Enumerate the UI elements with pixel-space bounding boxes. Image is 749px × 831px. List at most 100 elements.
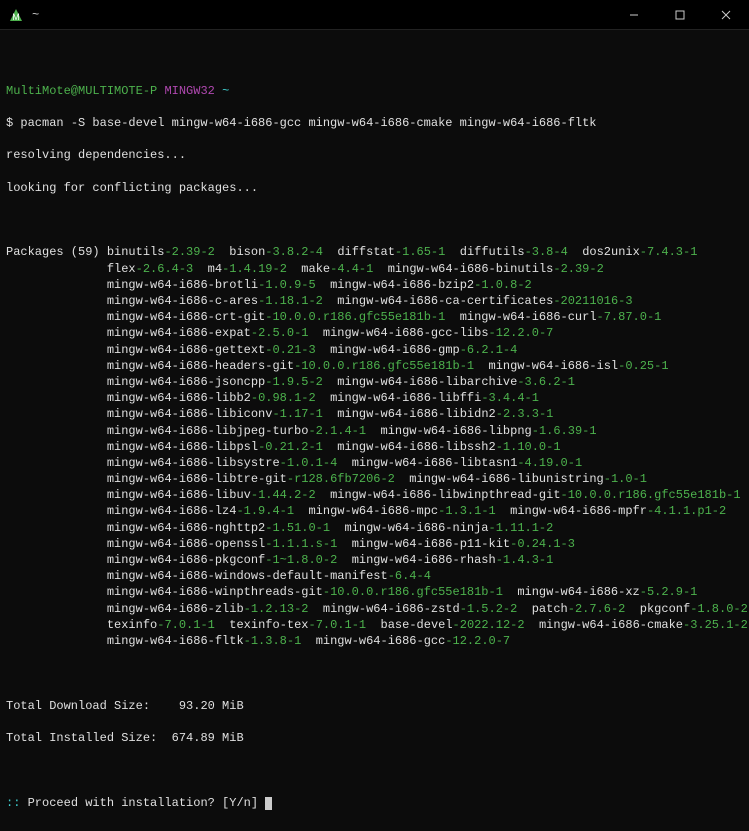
package-line: mingw-w64-i686-nghttp2-1.51.0-1 mingw-w6… bbox=[6, 520, 743, 536]
window-controls bbox=[611, 0, 749, 29]
package-name: mingw-w64-i686-libunistring bbox=[409, 472, 603, 486]
prompt-dollar: $ bbox=[6, 116, 13, 130]
package-line: mingw-w64-i686-fltk-1.3.8-1 mingw-w64-i6… bbox=[6, 633, 743, 649]
package-version: 1.65-1 bbox=[402, 245, 445, 259]
package-name: mingw-w64-i686-xz bbox=[517, 585, 639, 599]
package-line: mingw-w64-i686-c-ares-1.18.1-2 mingw-w64… bbox=[6, 293, 743, 309]
svg-text:M: M bbox=[12, 12, 20, 22]
prompt-env: MINGW32 bbox=[164, 84, 214, 98]
package-name: mingw-w64-i686-gcc bbox=[316, 634, 446, 648]
package-version: 1.18.1-2 bbox=[265, 294, 323, 308]
package-name: mingw-w64-i686-libjpeg-turbo bbox=[107, 424, 309, 438]
looking-line: looking for conflicting packages... bbox=[6, 180, 743, 196]
package-line: mingw-w64-i686-libjpeg-turbo-2.1.4-1 min… bbox=[6, 423, 743, 439]
package-line: texinfo-7.0.1-1 texinfo-tex-7.0.1-1 base… bbox=[6, 617, 743, 633]
package-line: mingw-w64-i686-libuv-1.44.2-2 mingw-w64-… bbox=[6, 487, 743, 503]
package-name: mingw-w64-i686-cmake bbox=[539, 618, 683, 632]
package-version: 12.2.0-7 bbox=[496, 326, 554, 340]
package-name: mingw-w64-i686-c-ares bbox=[107, 294, 258, 308]
package-line: mingw-w64-i686-expat-2.5.0-1 mingw-w64-i… bbox=[6, 325, 743, 341]
maximize-button[interactable] bbox=[657, 0, 703, 30]
package-name: mingw-w64-i686-winpthreads-git bbox=[107, 585, 323, 599]
package-line: mingw-w64-i686-gettext-0.21-3 mingw-w64-… bbox=[6, 342, 743, 358]
package-version: 1.10.0-1 bbox=[503, 440, 561, 454]
package-name: mingw-w64-i686-ninja bbox=[344, 521, 488, 535]
package-line: Packages (59) binutils-2.39-2 bison-3.8.… bbox=[6, 244, 743, 260]
package-name: patch bbox=[532, 602, 568, 616]
package-version: 3.8-4 bbox=[532, 245, 568, 259]
package-version: 6.2.1-4 bbox=[467, 343, 517, 357]
package-name: pkgconf bbox=[640, 602, 690, 616]
package-version: 2.7.6-2 bbox=[575, 602, 625, 616]
package-version: 2.6.4-3 bbox=[143, 262, 193, 276]
package-name: mingw-w64-i686-mpfr bbox=[510, 504, 647, 518]
minimize-button[interactable] bbox=[611, 0, 657, 30]
package-name: mingw-w64-i686-headers-git bbox=[107, 359, 294, 373]
terminal-output[interactable]: MultiMote@MULTIMOTE-P MINGW32 ~ $ pacman… bbox=[0, 30, 749, 831]
package-name: mingw-w64-i686-libsystre bbox=[107, 456, 280, 470]
package-version: 1.9.5-2 bbox=[272, 375, 322, 389]
package-name: mingw-w64-i686-libpsl bbox=[107, 440, 258, 454]
package-line: mingw-w64-i686-winpthreads-git-10.0.0.r1… bbox=[6, 584, 743, 600]
package-version: 1.8.0-2 bbox=[697, 602, 747, 616]
package-name: mingw-w64-i686-crt-git bbox=[107, 310, 265, 324]
package-version: 0.21-3 bbox=[272, 343, 315, 357]
package-name: mingw-w64-i686-nghttp2 bbox=[107, 521, 265, 535]
package-name: mingw-w64-i686-gcc-libs bbox=[323, 326, 489, 340]
package-version: 1.9.4-1 bbox=[244, 504, 294, 518]
package-line: mingw-w64-i686-libpsl-0.21.2-1 mingw-w64… bbox=[6, 439, 743, 455]
package-version: 0.24.1-3 bbox=[517, 537, 575, 551]
package-version: 3.25.1-2 bbox=[690, 618, 748, 632]
prompt-user: MultiMote@MULTIMOTE-P bbox=[6, 84, 157, 98]
package-line: flex-2.6.4-3 m4-1.4.19-2 make-4.4-1 ming… bbox=[6, 261, 743, 277]
package-version: 20211016-3 bbox=[561, 294, 633, 308]
package-name: mingw-w64-i686-libtasn1 bbox=[352, 456, 518, 470]
package-line: mingw-w64-i686-jsoncpp-1.9.5-2 mingw-w64… bbox=[6, 374, 743, 390]
package-name: mingw-w64-i686-gettext bbox=[107, 343, 265, 357]
package-name: mingw-w64-i686-isl bbox=[489, 359, 619, 373]
package-name: mingw-w64-i686-fltk bbox=[107, 634, 244, 648]
package-version: 2022.12-2 bbox=[460, 618, 525, 632]
package-version: 1.3.1-1 bbox=[445, 504, 495, 518]
package-name: diffutils bbox=[460, 245, 525, 259]
proceed-prompt: Proceed with installation? [Y/n] bbox=[28, 796, 266, 810]
package-version: 7.0.1-1 bbox=[316, 618, 366, 632]
package-line: mingw-w64-i686-brotli-1.0.9-5 mingw-w64-… bbox=[6, 277, 743, 293]
total-installed-value: 674.89 MiB bbox=[172, 731, 244, 745]
package-line: mingw-w64-i686-openssl-1.1.1.s-1 mingw-w… bbox=[6, 536, 743, 552]
close-button[interactable] bbox=[703, 0, 749, 30]
package-version: 3.8.2-4 bbox=[272, 245, 322, 259]
package-version: 2.1.4-1 bbox=[316, 424, 366, 438]
package-version: 3.6.2-1 bbox=[525, 375, 575, 389]
package-line: mingw-w64-i686-libiconv-1.17-1 mingw-w64… bbox=[6, 406, 743, 422]
package-name: mingw-w64-i686-p11-kit bbox=[352, 537, 510, 551]
package-line: mingw-w64-i686-zlib-1.2.13-2 mingw-w64-i… bbox=[6, 601, 743, 617]
package-version: 1.17-1 bbox=[280, 407, 323, 421]
package-name: mingw-w64-i686-libffi bbox=[330, 391, 481, 405]
package-version: 10.0.0.r186.gfc55e181b-1 bbox=[330, 585, 503, 599]
package-version: 1.5.2-2 bbox=[467, 602, 517, 616]
package-name: texinfo-tex bbox=[229, 618, 308, 632]
package-name: diffstat bbox=[337, 245, 395, 259]
package-name: mingw-w64-i686-lz4 bbox=[107, 504, 237, 518]
package-version: 0.25-1 bbox=[625, 359, 668, 373]
package-name: m4 bbox=[208, 262, 222, 276]
total-installed-label: Total Installed Size: bbox=[6, 731, 157, 745]
package-version: 1.2.13-2 bbox=[251, 602, 309, 616]
package-name: mingw-w64-i686-zstd bbox=[323, 602, 460, 616]
package-name: mingw-w64-i686-libtre-git bbox=[107, 472, 287, 486]
package-name: mingw-w64-i686-windows-default-manifest bbox=[107, 569, 388, 583]
package-version: 1.51.0-1 bbox=[272, 521, 330, 535]
package-version: 3.4.4-1 bbox=[489, 391, 539, 405]
titlebar: M ~ bbox=[0, 0, 749, 30]
window-title: ~ bbox=[32, 8, 39, 22]
package-name: mingw-w64-i686-mpc bbox=[308, 504, 438, 518]
package-name: mingw-w64-i686-libuv bbox=[107, 488, 251, 502]
package-name: mingw-w64-i686-bzip2 bbox=[330, 278, 474, 292]
package-version: 0.98.1-2 bbox=[258, 391, 316, 405]
package-version: 1.0.1-4 bbox=[287, 456, 337, 470]
resolving-line: resolving dependencies... bbox=[6, 147, 743, 163]
package-name: mingw-w64-i686-jsoncpp bbox=[107, 375, 265, 389]
package-name: mingw-w64-i686-libidn2 bbox=[337, 407, 495, 421]
package-line: mingw-w64-i686-windows-default-manifest-… bbox=[6, 568, 743, 584]
